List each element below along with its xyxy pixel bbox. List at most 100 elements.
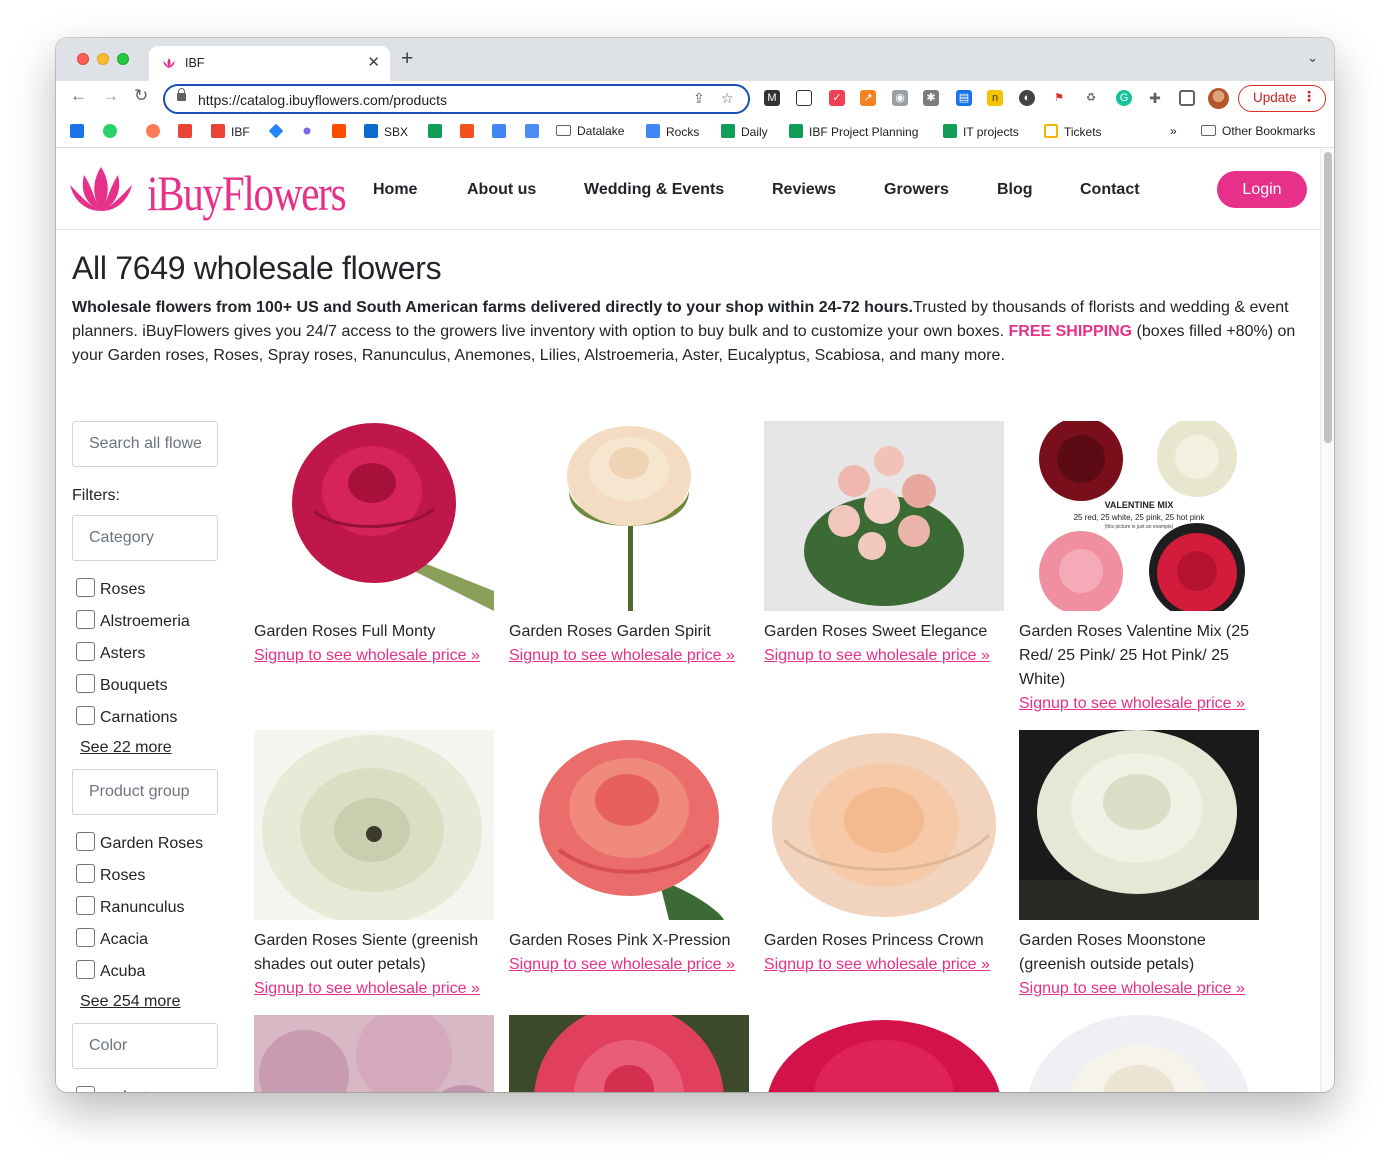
filter-category-bouquets[interactable]: Bouquets xyxy=(76,674,168,695)
bookmark-translate-icon[interactable] xyxy=(492,124,512,139)
product-name[interactable]: Garden Roses Valentine Mix (25 Red/ 25 P… xyxy=(1019,620,1259,692)
bookmark-window-icon[interactable] xyxy=(525,124,545,139)
scrollbar-thumb[interactable] xyxy=(1324,152,1332,443)
screenshot-extension-icon[interactable] xyxy=(796,90,812,106)
url-text[interactable]: https://catalog.ibuyflowers.com/products xyxy=(198,92,447,108)
puzzle-icon[interactable]: ✚ xyxy=(1147,90,1163,106)
maximize-window-button[interactable] xyxy=(117,53,129,65)
checkbox[interactable] xyxy=(76,610,95,629)
nav-growers[interactable]: Growers xyxy=(884,181,949,199)
product-image[interactable] xyxy=(509,421,749,611)
calendar-extension-icon[interactable]: ▤ xyxy=(956,90,972,106)
bookmark-zapier-icon[interactable] xyxy=(332,124,352,139)
signup-price-link[interactable]: Signup to see wholesale price » xyxy=(254,644,480,668)
product-name[interactable]: Garden Roses Sweet Elegance xyxy=(764,620,1004,644)
product-name[interactable]: Garden Roses Pink X-Pression xyxy=(509,929,749,953)
checkbox[interactable] xyxy=(76,1086,95,1092)
category-select[interactable]: Category xyxy=(72,515,218,561)
checkbox[interactable] xyxy=(76,960,95,979)
bookmark-ibf-project-planning[interactable]: IBF Project Planning xyxy=(789,124,918,139)
checkbox[interactable] xyxy=(76,578,95,597)
new-tab-button[interactable]: + xyxy=(401,48,413,69)
chart-extension-icon[interactable]: ↗ xyxy=(860,90,876,106)
bookmarks-overflow-button[interactable]: » xyxy=(1170,124,1177,138)
nav-blog[interactable]: Blog xyxy=(997,181,1033,199)
bookmark-orange-grid-icon[interactable] xyxy=(460,124,480,139)
notes-extension-icon[interactable]: n xyxy=(987,90,1003,106)
bookmark-daily[interactable]: Daily xyxy=(721,124,768,139)
filter-category-asters[interactable]: Asters xyxy=(76,642,145,663)
product-name[interactable]: Garden Roses Garden Spirit xyxy=(509,620,749,644)
close-window-button[interactable] xyxy=(77,53,89,65)
bookmark-it-projects[interactable]: IT projects xyxy=(943,124,1019,139)
signup-price-link[interactable]: Signup to see wholesale price » xyxy=(1019,977,1245,1001)
reload-icon[interactable]: ↻ xyxy=(134,87,148,104)
login-button[interactable]: Login xyxy=(1217,171,1307,208)
star-icon[interactable]: ☆ xyxy=(721,90,734,107)
other-bookmarks[interactable]: Other Bookmarks xyxy=(1201,124,1315,138)
update-button[interactable]: Update ⋮ xyxy=(1238,85,1326,112)
tab-search-chevron-icon[interactable]: ⌄ xyxy=(1307,50,1318,66)
pocket-extension-icon[interactable]: ✓ xyxy=(829,90,845,106)
side-panel-icon[interactable] xyxy=(1179,90,1195,106)
product-image[interactable] xyxy=(764,421,1004,611)
checkbox[interactable] xyxy=(76,928,95,947)
signup-price-link[interactable]: Signup to see wholesale price » xyxy=(764,953,990,977)
address-bar[interactable]: https://catalog.ibuyflowers.com/products… xyxy=(163,84,750,114)
product-image[interactable] xyxy=(764,1015,1004,1092)
signup-price-link[interactable]: Signup to see wholesale price » xyxy=(509,953,735,977)
checkbox[interactable] xyxy=(76,864,95,883)
checkbox[interactable] xyxy=(76,642,95,661)
see-more-categories-link[interactable]: See 22 more xyxy=(80,739,172,757)
flag-extension-icon[interactable]: ⚑ xyxy=(1051,90,1067,106)
nav-home[interactable]: Home xyxy=(373,181,417,199)
filter-category-roses[interactable]: Roses xyxy=(76,578,145,599)
filter-category-carnations[interactable]: Carnations xyxy=(76,706,177,727)
checkbox[interactable] xyxy=(76,674,95,693)
camera-extension-icon[interactable]: ◉ xyxy=(892,90,908,106)
product-image[interactable] xyxy=(254,1015,494,1092)
back-icon[interactable]: ← xyxy=(70,87,87,104)
page-scrollbar[interactable] xyxy=(1320,149,1334,1092)
gear-extension-icon[interactable]: ✱ xyxy=(923,90,939,106)
tab-ibf[interactable]: IBF ✕ xyxy=(149,46,390,81)
bookmark-ibf[interactable]: IBF xyxy=(211,124,250,139)
filter-group-garden-roses[interactable]: Garden Roses xyxy=(76,832,203,853)
minimize-window-button[interactable] xyxy=(97,53,109,65)
product-image[interactable] xyxy=(1019,1015,1259,1092)
lock-icon[interactable] xyxy=(177,88,186,101)
product-image[interactable] xyxy=(254,421,494,611)
share-icon[interactable]: ⇪ xyxy=(693,90,705,107)
checkbox[interactable] xyxy=(76,832,95,851)
nav-reviews[interactable]: Reviews xyxy=(772,181,836,199)
product-image[interactable] xyxy=(509,1015,749,1092)
product-name[interactable]: Garden Roses Moonstone (greenish outside… xyxy=(1019,929,1259,977)
filter-group-ranunculus[interactable]: Ranunculus xyxy=(76,896,185,917)
bookmark-sbx[interactable]: SBX xyxy=(364,124,408,139)
product-image[interactable] xyxy=(254,730,494,920)
signup-price-link[interactable]: Signup to see wholesale price » xyxy=(509,644,735,668)
bookmark-rocks[interactable]: Rocks xyxy=(646,124,699,139)
checkbox[interactable] xyxy=(76,706,95,725)
bookmark-dots-icon[interactable] xyxy=(300,124,320,139)
product-image[interactable] xyxy=(764,730,1004,920)
product-image[interactable]: VALENTINE MIX 25 red, 25 white, 25 pink,… xyxy=(1019,421,1259,611)
product-name[interactable]: Garden Roses Siente (greenish shades out… xyxy=(254,929,494,977)
bookmark-whatsapp-icon[interactable] xyxy=(103,124,123,139)
search-input[interactable]: Search all flowe xyxy=(72,421,218,467)
globe-extension-icon[interactable]: ◐ xyxy=(1019,90,1035,106)
bookmark-hubspot-icon[interactable] xyxy=(146,124,166,139)
product-group-select[interactable]: Product group xyxy=(72,769,218,815)
bookmark-calendar-icon[interactable] xyxy=(70,124,90,139)
nav-wedding-events[interactable]: Wedding & Events xyxy=(584,181,724,199)
tab-close-icon[interactable]: ✕ xyxy=(367,53,380,71)
product-image[interactable] xyxy=(1019,730,1259,920)
bookmark-sheets-icon[interactable] xyxy=(428,124,448,139)
product-name[interactable]: Garden Roses Princess Crown xyxy=(764,929,1004,953)
medium-extension-icon[interactable]: M xyxy=(764,90,780,106)
avatar[interactable] xyxy=(1208,88,1229,109)
bookmark-gmail-icon[interactable] xyxy=(178,124,198,139)
color-select[interactable]: Color xyxy=(72,1023,218,1069)
filter-group-acacia[interactable]: Acacia xyxy=(76,928,148,949)
bookmark-tickets[interactable]: Tickets xyxy=(1044,124,1102,139)
